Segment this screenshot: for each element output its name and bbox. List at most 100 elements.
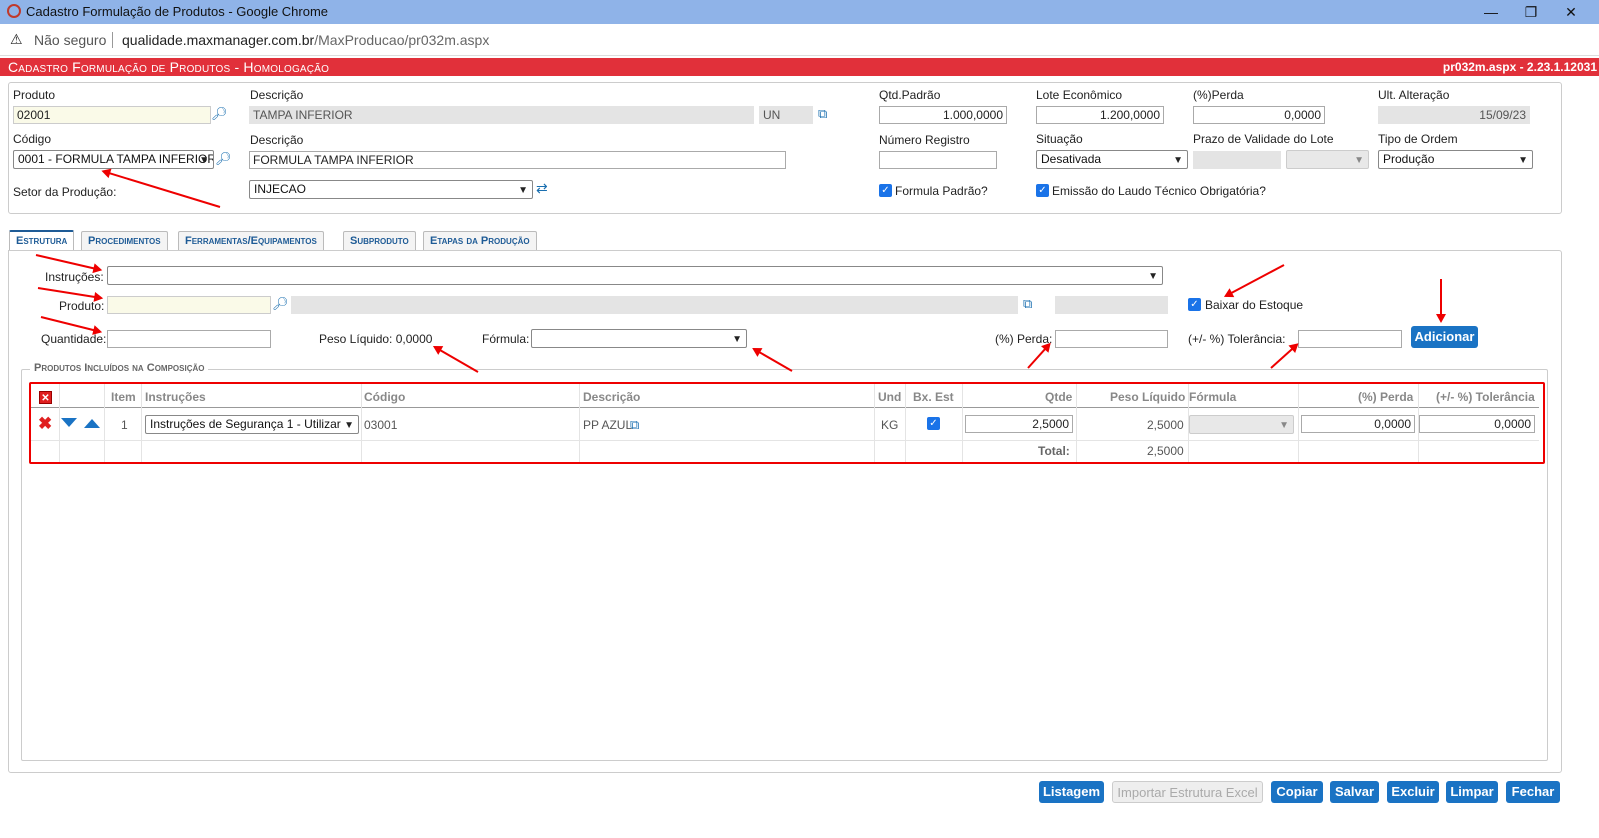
header-form-panel	[8, 82, 1562, 214]
estrutura-perda-input[interactable]	[1055, 330, 1168, 348]
row-instrucoes-select[interactable]: Instruções de Segurança 1 - Utilizar ▼	[145, 415, 359, 434]
page-version: pr032m.aspx - 2.23.1.12031	[1442, 60, 1597, 74]
col-tolerancia: (+/- %) Tolerância	[1436, 390, 1535, 404]
codigo-select[interactable]: 0001 - FORMULA TAMPA INFERIOR ▼	[13, 150, 214, 169]
laudo-checkbox[interactable]: ✓	[1036, 184, 1049, 197]
window-title-bar: Cadastro Formulação de Produtos - Google…	[0, 0, 1599, 24]
col-descricao: Descrição	[583, 390, 641, 404]
peso-liquido-label: Peso Líquido: 0,0000	[319, 332, 433, 346]
col-und: Und	[878, 390, 902, 404]
baixar-estoque-label: Baixar do Estoque	[1205, 298, 1304, 312]
excluir-button[interactable]: Excluir	[1387, 781, 1439, 803]
binoculars-icon[interactable]: ⧉	[1023, 296, 1032, 312]
move-down-icon[interactable]	[61, 418, 77, 427]
situacao-select[interactable]: Desativada ▼	[1036, 150, 1188, 169]
warning-icon: ⚠	[10, 31, 23, 47]
copiar-button[interactable]: Copiar	[1271, 781, 1323, 803]
search-icon[interactable]: 🔎︎	[211, 106, 228, 122]
table-col-divider	[361, 384, 362, 462]
page-title: Cadastro Formulação de Produtos - Homolo…	[8, 59, 330, 75]
row-formula-select: ▼	[1189, 415, 1294, 434]
descricao-formula-input[interactable]: FORMULA TAMPA INFERIOR	[249, 151, 786, 169]
tab-subproduto[interactable]: Subproduto	[343, 231, 416, 250]
perda-input[interactable]: 0,0000	[1193, 106, 1325, 124]
binoculars-icon[interactable]: ⧉	[818, 106, 827, 122]
total-label: Total:	[1038, 444, 1070, 458]
col-perda: (%) Perda	[1358, 390, 1414, 404]
tipo-ordem-label: Tipo de Ordem	[1378, 132, 1458, 146]
url-text[interactable]: qualidade.maxmanager.com.br/MaxProducao/…	[122, 32, 489, 48]
numero-registro-input[interactable]	[879, 151, 997, 169]
window-title: Cadastro Formulação de Produtos - Google…	[26, 4, 329, 19]
listagem-button[interactable]: Listagem	[1039, 781, 1104, 803]
binoculars-icon[interactable]: ⧉	[630, 417, 639, 433]
tolerancia-label: (+/- %) Tolerância:	[1188, 332, 1286, 346]
baixar-estoque-checkbox[interactable]: ✓	[1188, 298, 1201, 311]
prazo-unidade-select: ▼	[1286, 150, 1369, 169]
tolerancia-input[interactable]	[1298, 330, 1402, 348]
limpar-button[interactable]: Limpar	[1446, 781, 1498, 803]
qtd-padrao-input[interactable]: 1.000,0000	[879, 106, 1007, 124]
tab-estrutura[interactable]: Estrutura	[9, 230, 75, 251]
formula-padrao-checkbox[interactable]: ✓	[879, 184, 892, 197]
row-tolerancia-input[interactable]: 0,0000	[1419, 415, 1535, 433]
row-qtde-input[interactable]: 2,5000	[965, 415, 1073, 433]
qtd-padrao-label: Qtd.Padrão	[879, 88, 941, 102]
setor-select[interactable]: INJECAO ▼	[249, 180, 533, 199]
total-value: 2,5000	[1147, 444, 1184, 458]
setor-select-value: INJECAO	[254, 182, 307, 196]
setor-label: Setor da Produção:	[13, 185, 117, 199]
chevron-down-icon: ▼	[1354, 155, 1364, 166]
col-formula: Fórmula	[1189, 390, 1237, 404]
table-header-divider	[31, 407, 1539, 408]
search-icon[interactable]: 🔎︎	[272, 296, 289, 312]
page-header: Cadastro Formulação de Produtos - Homolo…	[0, 58, 1599, 76]
delete-all-icon[interactable]: ✕	[39, 391, 52, 404]
situacao-label: Situação	[1036, 132, 1083, 146]
move-up-icon[interactable]	[84, 419, 100, 428]
quantidade-input[interactable]	[107, 330, 271, 348]
estrutura-produto-input[interactable]	[107, 296, 271, 314]
search-icon[interactable]: 🔎︎	[215, 151, 232, 167]
lote-label: Lote Econômico	[1036, 88, 1123, 102]
row-perda-input[interactable]: 0,0000	[1301, 415, 1415, 433]
salvar-button[interactable]: Salvar	[1330, 781, 1379, 803]
unidade-field: UN	[759, 106, 813, 124]
col-bx-est: Bx. Est	[913, 390, 954, 404]
importar-excel-button[interactable]: Importar Estrutura Excel	[1112, 781, 1263, 803]
chevron-down-icon: ▼	[732, 334, 742, 345]
formula-select[interactable]: ▼	[531, 329, 747, 348]
tab-ferramentas[interactable]: Ferramentas/Equipamentos	[178, 231, 324, 250]
delete-row-icon[interactable]: ✖	[38, 414, 52, 434]
url-path: /MaxProducao/pr032m.aspx	[314, 32, 490, 48]
produto-input[interactable]: 02001	[13, 106, 211, 124]
close-window-button[interactable]: ✕	[1556, 2, 1586, 22]
row-bx-est-checkbox[interactable]: ✓	[927, 417, 940, 430]
chevron-down-icon: ▼	[1518, 155, 1528, 166]
tab-etapas[interactable]: Etapas da Produção	[423, 231, 537, 250]
laudo-label: Emissão do Laudo Técnico Obrigatória?	[1052, 184, 1266, 198]
chevron-down-icon: ▼	[1148, 271, 1158, 282]
fechar-button[interactable]: Fechar	[1506, 781, 1560, 803]
security-status: Não seguro	[34, 32, 107, 48]
lote-input[interactable]: 1.200,0000	[1036, 106, 1164, 124]
minimize-button[interactable]: —	[1476, 2, 1506, 22]
formula-padrao-label: Formula Padrão?	[895, 184, 988, 198]
address-bar[interactable]: ⚠ Não seguro qualidade.maxmanager.com.br…	[0, 24, 1599, 56]
table-col-divider	[1298, 384, 1299, 462]
row-und: KG	[881, 418, 899, 432]
instrucoes-select[interactable]: ▼	[107, 266, 1163, 285]
maximize-button[interactable]: ❐	[1516, 2, 1546, 22]
row-instrucoes-value: Instruções de Segurança 1 - Utilizar	[150, 417, 341, 431]
descricao-label: Descrição	[250, 88, 304, 102]
adicionar-button[interactable]: Adicionar	[1411, 326, 1478, 348]
table-col-divider	[905, 384, 906, 462]
composicao-group-title: Produtos Incluídos na Composição	[30, 362, 209, 374]
row-peso-liquido: 2,5000	[1147, 418, 1184, 432]
perda-label: (%)Perda	[1193, 88, 1244, 102]
tipo-ordem-select[interactable]: Produção ▼	[1378, 150, 1533, 169]
refresh-icon[interactable]: ⇄	[536, 180, 548, 197]
tab-procedimentos[interactable]: Procedimentos	[81, 231, 168, 250]
col-qtde: Qtde	[1045, 390, 1073, 404]
col-instrucoes: Instruções	[145, 390, 206, 404]
